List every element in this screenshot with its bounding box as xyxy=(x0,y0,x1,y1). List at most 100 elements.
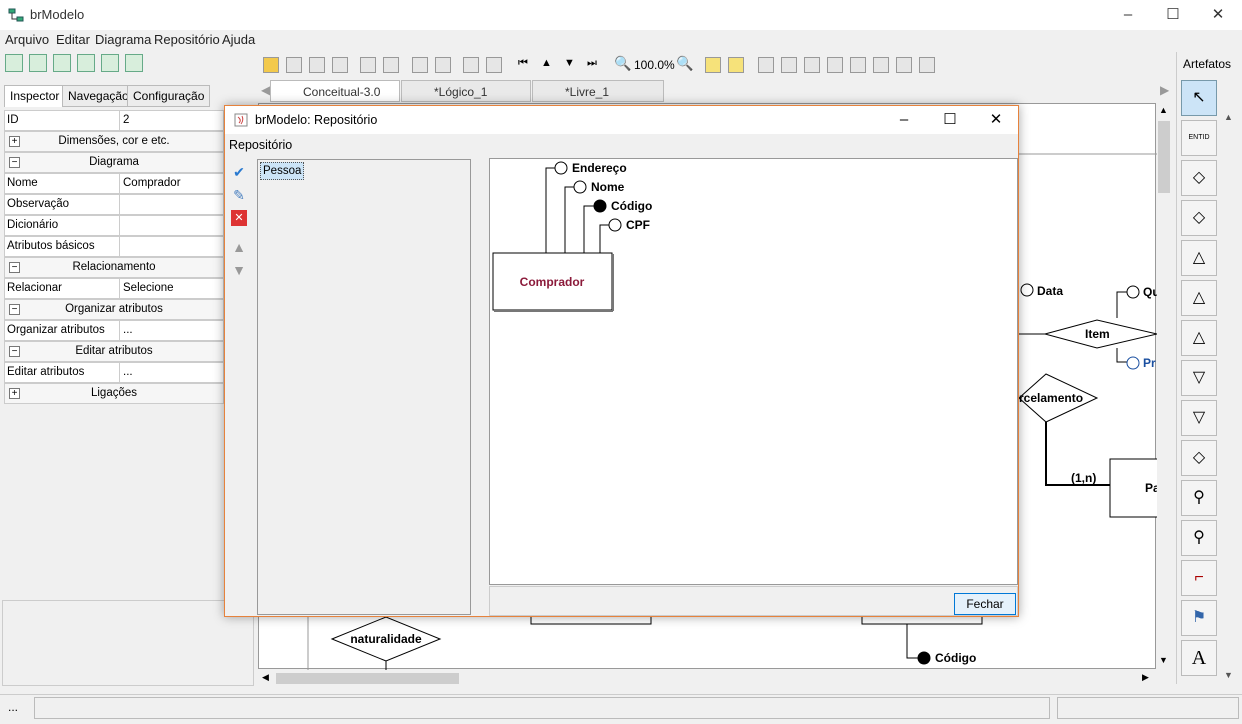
tree-list-icon[interactable] xyxy=(101,54,119,72)
entity-tool-icon[interactable]: ENTID xyxy=(1181,120,1217,156)
collapse-icon[interactable]: − xyxy=(9,262,20,273)
attr-qu-circle[interactable] xyxy=(1126,285,1140,299)
align-left-edge-icon[interactable] xyxy=(758,57,774,73)
dialog-close-button[interactable]: ✕ xyxy=(973,106,1019,134)
union-partial-tool-icon[interactable]: ▽ xyxy=(1181,400,1217,436)
tab-logico[interactable]: *Lógico_1 xyxy=(401,80,531,102)
vscroll-thumb[interactable] xyxy=(1158,121,1170,193)
menu-ajuda[interactable]: Ajuda xyxy=(222,32,255,47)
section-diagrama[interactable]: − Diagrama xyxy=(4,152,224,173)
dialog-menu-repositorio[interactable]: Repositório xyxy=(229,138,292,152)
dialog-maximize-button[interactable]: ☐ xyxy=(927,106,973,134)
pointer-tool-icon[interactable]: ↖ xyxy=(1181,80,1217,116)
artefatos-scroll-up-icon[interactable]: ▲ xyxy=(1224,112,1233,122)
link-tool-icon[interactable]: ⌐ xyxy=(1181,560,1217,596)
align-left-icon[interactable] xyxy=(412,57,428,73)
section-ligacoes[interactable]: + Ligações xyxy=(4,383,224,404)
copy-icon[interactable] xyxy=(705,57,721,73)
attr-endereco-circle[interactable] xyxy=(554,161,568,175)
attr-pr-circle[interactable] xyxy=(1126,356,1140,370)
delete-icon[interactable]: ✕ xyxy=(231,210,247,226)
menu-editar[interactable]: Editar xyxy=(56,32,90,47)
confirm-icon[interactable]: ✔ xyxy=(231,164,247,180)
bring-front-icon[interactable] xyxy=(463,57,479,73)
move-down-icon[interactable]: ▼ xyxy=(231,262,247,278)
tab-scroll-right-icon[interactable]: ▶ xyxy=(1160,83,1169,97)
maximize-button[interactable]: ☐ xyxy=(1150,0,1196,30)
attr-codigo-key-circle[interactable] xyxy=(917,651,931,665)
scroll-right-icon[interactable]: ▶ xyxy=(1142,672,1149,683)
tree-collapse-icon[interactable] xyxy=(29,54,47,72)
section-organizar[interactable]: − Organizar atributos xyxy=(4,299,224,320)
save-as-icon[interactable] xyxy=(309,57,325,73)
tab-inspector[interactable]: Inspector xyxy=(4,85,66,107)
menu-arquivo[interactable]: Arquivo xyxy=(5,32,49,47)
edit-icon[interactable]: ✎ xyxy=(231,187,247,203)
collapse-icon[interactable]: − xyxy=(9,157,20,168)
up-icon[interactable]: ▲ xyxy=(541,57,552,69)
first-icon[interactable]: ⏮ xyxy=(518,57,528,70)
attribute-tool-icon[interactable]: ⚲ xyxy=(1181,480,1217,516)
tab-navegacao[interactable]: Navegação xyxy=(62,85,135,107)
paint-tool-icon[interactable]: ⚑ xyxy=(1181,600,1217,636)
redo-icon[interactable] xyxy=(383,57,399,73)
tab-livre[interactable]: *Livre_1 xyxy=(532,80,664,102)
artefatos-scroll-down-icon[interactable]: ▼ xyxy=(1224,670,1233,680)
save-icon[interactable] xyxy=(286,57,302,73)
move-up-icon[interactable]: ▲ xyxy=(231,239,247,255)
specialization-multi-tool-icon[interactable]: △ xyxy=(1181,320,1217,356)
associative-entity-tool-icon[interactable]: ◇ xyxy=(1181,200,1217,236)
down-icon[interactable]: ▼ xyxy=(564,57,575,69)
scroll-left-icon[interactable]: ◀ xyxy=(262,672,269,683)
paste-icon[interactable] xyxy=(728,57,744,73)
tree-node-icon[interactable] xyxy=(77,54,95,72)
section-relacionamento[interactable]: − Relacionamento xyxy=(4,257,224,278)
collapse-icon[interactable]: − xyxy=(9,346,20,357)
align-top-edge-icon[interactable] xyxy=(781,57,797,73)
tab-configuracao[interactable]: Configuração xyxy=(127,85,211,107)
minimize-button[interactable]: – xyxy=(1105,0,1151,30)
last-icon[interactable]: ⏭ xyxy=(587,57,597,70)
tree-structure-icon[interactable] xyxy=(125,54,143,72)
horizontal-scrollbar[interactable]: ◀ ▶ xyxy=(258,670,1156,687)
menu-repositorio[interactable]: Repositório xyxy=(154,32,220,47)
open-icon[interactable] xyxy=(263,57,279,73)
send-back-icon[interactable] xyxy=(486,57,502,73)
space-horizontal-icon[interactable] xyxy=(850,57,866,73)
ruler-v-icon[interactable] xyxy=(919,57,935,73)
align-right-edge-icon[interactable] xyxy=(804,57,820,73)
collapse-icon[interactable]: − xyxy=(9,304,20,315)
composite-attribute-tool-icon[interactable]: ⚲ xyxy=(1181,520,1217,556)
list-item-pessoa[interactable]: Pessoa xyxy=(260,162,305,180)
specialization-tool-icon[interactable]: △ xyxy=(1181,240,1217,276)
section-editar[interactable]: − Editar atributos xyxy=(4,341,224,362)
space-vertical-icon[interactable] xyxy=(873,57,889,73)
zoom-out-icon[interactable]: 🔍 xyxy=(614,55,631,72)
scroll-down-icon[interactable]: ▼ xyxy=(1159,655,1168,665)
attr-cpf-circle[interactable] xyxy=(608,218,622,232)
attr-codigo-key-circle[interactable] xyxy=(593,199,607,213)
specialization-single-tool-icon[interactable]: △ xyxy=(1181,280,1217,316)
close-window-button[interactable]: ✕ xyxy=(1195,0,1241,30)
hscroll-thumb[interactable] xyxy=(276,673,459,684)
align-right-icon[interactable] xyxy=(435,57,451,73)
print-icon[interactable] xyxy=(332,57,348,73)
section-dimensoes[interactable]: + Dimensões, cor e etc. xyxy=(4,131,224,152)
self-relationship-tool-icon[interactable]: ◇ xyxy=(1181,440,1217,476)
attr-nome-circle[interactable] xyxy=(573,180,587,194)
expand-icon[interactable]: + xyxy=(9,388,20,399)
relationship-tool-icon[interactable]: ◇ xyxy=(1181,160,1217,196)
tree-branch-icon[interactable] xyxy=(53,54,71,72)
zoom-in-icon[interactable]: 🔍 xyxy=(676,55,693,72)
fechar-button[interactable]: Fechar xyxy=(954,593,1016,615)
scroll-up-icon[interactable]: ▲ xyxy=(1159,105,1168,115)
repository-list[interactable]: Pessoa xyxy=(257,159,471,615)
ruler-h-icon[interactable] xyxy=(896,57,912,73)
expand-icon[interactable]: + xyxy=(9,136,20,147)
undo-icon[interactable] xyxy=(360,57,376,73)
align-bottom-edge-icon[interactable] xyxy=(827,57,843,73)
attr-data-circle[interactable] xyxy=(1020,283,1034,297)
dialog-minimize-button[interactable]: – xyxy=(881,106,927,134)
tab-conceitual[interactable]: Conceitual-3.0 xyxy=(270,80,400,102)
union-tool-icon[interactable]: ▽ xyxy=(1181,360,1217,396)
